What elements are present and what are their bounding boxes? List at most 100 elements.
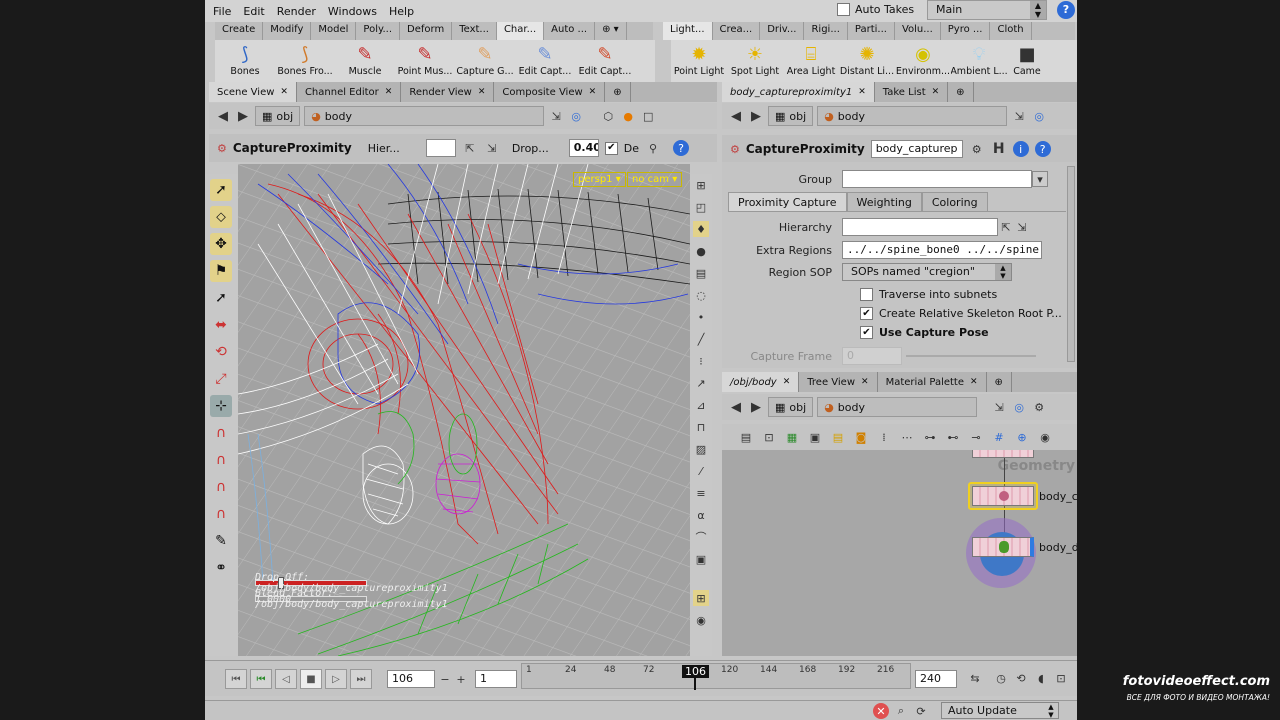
add-tab-icon[interactable]: ⊕ xyxy=(948,82,974,102)
hierarchy-field[interactable] xyxy=(425,139,456,157)
shading-icon[interactable]: ● xyxy=(620,108,636,124)
node-deform[interactable] xyxy=(972,537,1034,557)
relative-skeleton-row[interactable]: ✔ Create Relative Skeleton Root P... xyxy=(860,307,1062,320)
end-frame-field[interactable]: 240 xyxy=(915,670,957,688)
shelf-tab-cloth[interactable]: Cloth xyxy=(990,22,1032,40)
select-arrow-icon[interactable]: ➚ xyxy=(210,179,232,201)
palette-icon[interactable]: ◙ xyxy=(853,429,869,445)
keys-icon[interactable]: ⊡ xyxy=(1053,670,1069,686)
back-arrow-icon[interactable]: ◀ xyxy=(728,399,744,415)
capture-pose-row[interactable]: ✔ Use Capture Pose xyxy=(860,326,989,339)
vector-icon[interactable]: ⁄ xyxy=(693,463,709,479)
search-icon[interactable]: ⌕ xyxy=(893,703,909,719)
menu-help[interactable]: Help xyxy=(389,5,414,18)
shelf-tab-text[interactable]: Text... xyxy=(452,22,497,40)
menu-edit[interactable]: Edit xyxy=(243,5,264,18)
camera-menu[interactable]: no cam ▾ xyxy=(627,172,683,187)
close-icon[interactable]: ✕ xyxy=(861,377,869,387)
move-icon[interactable]: ⬌ xyxy=(210,314,232,336)
select-points-icon[interactable]: ⬦ xyxy=(210,206,232,228)
play-reverse-icon[interactable]: ◁ xyxy=(275,669,297,689)
error-icon[interactable]: ✕ xyxy=(873,703,889,719)
forward-arrow-icon[interactable]: ▶ xyxy=(748,108,764,124)
refresh-icon[interactable]: ⟳ xyxy=(913,703,929,719)
menu-file[interactable]: File xyxy=(213,5,231,18)
houdini-h-icon[interactable]: H xyxy=(991,141,1007,157)
close-icon[interactable]: ✕ xyxy=(385,87,393,97)
jump-end-icon[interactable]: ⏭ xyxy=(350,669,372,689)
drop-off-field[interactable]: 0.40 xyxy=(568,139,599,157)
label-icon[interactable]: ≡ xyxy=(693,485,709,501)
shelf-tab-particles[interactable]: Parti... xyxy=(847,22,895,40)
breadcrumb-obj[interactable]: ▦ obj xyxy=(255,106,301,126)
tool-ambient-light[interactable]: 💡︎ Ambient L... xyxy=(951,40,1007,82)
tab-tree-view[interactable]: Tree View ✕ xyxy=(799,372,878,392)
close-icon[interactable]: ✕ xyxy=(970,377,978,387)
uv-icon[interactable]: ⊿ xyxy=(693,397,709,413)
sticky-note-icon[interactable]: ▤ xyxy=(830,429,846,445)
shelf-tab-lights[interactable]: Light... xyxy=(663,22,713,40)
tool-edit-capture-2[interactable]: ✎ Edit Capt... xyxy=(575,40,635,82)
gear-icon[interactable]: ⚙ xyxy=(1031,399,1047,415)
capture-frame-slider[interactable] xyxy=(906,355,1036,357)
pose-icon[interactable]: ⊹ xyxy=(210,395,232,417)
auto-takes-toggle[interactable]: Auto Takes xyxy=(837,3,914,16)
relative-skeleton-checkbox[interactable]: ✔ xyxy=(860,307,873,320)
magnet-icon[interactable]: ∩ xyxy=(210,422,232,444)
persp-camera-menu[interactable]: persp1 ▾ xyxy=(573,172,626,187)
shelf-tab-poly[interactable]: Poly... xyxy=(356,22,401,40)
point-icon[interactable]: • xyxy=(693,309,709,325)
curve-icon[interactable]: ⌒ xyxy=(693,529,709,545)
shelf-tab-modify[interactable]: Modify xyxy=(263,22,312,40)
tool-point-muscle[interactable]: ✎ Point Mus... xyxy=(395,40,455,82)
shelf-tab-deform[interactable]: Deform xyxy=(400,22,453,40)
layout-horizontal-icon[interactable]: ⋯ xyxy=(899,429,915,445)
cube-view-icon[interactable]: ⬡ xyxy=(600,108,616,124)
auto-takes-checkbox[interactable] xyxy=(837,3,850,16)
drop-off-hud-row[interactable]: 0.4077 Drop Off: /obj/body/body_capturep… xyxy=(255,572,448,594)
hierarchy-field[interactable] xyxy=(842,218,998,236)
forward-arrow-icon[interactable]: ▶ xyxy=(235,108,251,124)
transform-icon[interactable]: ✥ xyxy=(210,233,232,255)
range-icon[interactable]: ⇆ xyxy=(967,670,983,686)
tab-weighting[interactable]: Weighting xyxy=(846,192,922,212)
add-tab-icon[interactable]: ⊕ xyxy=(987,372,1012,392)
view-arrow-icon[interactable]: ➚ xyxy=(210,287,232,309)
tree-3-icon[interactable]: ⊸ xyxy=(968,429,984,445)
edge-icon[interactable]: ⊓ xyxy=(693,419,709,435)
display-options-icon[interactable]: ⊞ xyxy=(693,177,709,193)
tool-environment-light[interactable]: ◉ Environm... xyxy=(895,40,951,82)
tree-icon[interactable]: ⊶ xyxy=(922,429,938,445)
desktop-select[interactable]: Main ▲ ▼ xyxy=(927,0,1047,20)
close-icon[interactable]: ✕ xyxy=(932,87,940,97)
tool-bones[interactable]: ⟆ Bones xyxy=(215,40,275,82)
background-icon[interactable]: □ xyxy=(640,108,656,124)
magnet-4-icon[interactable]: ∩ xyxy=(210,503,232,525)
shelf-tab-create[interactable]: Create xyxy=(215,22,264,40)
traverse-row[interactable]: Traverse into subnets xyxy=(860,288,997,301)
tile-icon[interactable]: ⊡ xyxy=(761,429,777,445)
help-icon[interactable]: ? xyxy=(1057,1,1075,19)
shelf-tab-create[interactable]: Crea... xyxy=(712,22,761,40)
wire-icon[interactable]: ╱ xyxy=(693,331,709,347)
eye-icon[interactable]: ◉ xyxy=(1037,429,1053,445)
grid-icon[interactable]: ▦ xyxy=(784,429,800,445)
param-scrollbar[interactable] xyxy=(1067,166,1075,362)
tab-body-captureproximity[interactable]: body_captureproximity1 ✕ xyxy=(722,82,875,102)
traverse-checkbox[interactable] xyxy=(860,288,873,301)
gear-icon[interactable]: ⚙ xyxy=(969,141,985,157)
network-box-icon[interactable]: ▣ xyxy=(807,429,823,445)
link-icon[interactable]: ◎ xyxy=(568,108,584,124)
close-icon[interactable]: ✕ xyxy=(858,87,866,97)
rotate-icon[interactable]: ⟲ xyxy=(210,341,232,363)
tool-bones-from[interactable]: ⟆ Bones Fro... xyxy=(275,40,335,82)
snap-icon[interactable]: ⚭ xyxy=(210,557,232,579)
shelf-tab-drive[interactable]: Driv... xyxy=(760,22,805,40)
tool-muscle[interactable]: ✎ Muscle xyxy=(335,40,395,82)
loop-icon[interactable]: ⟲ xyxy=(1013,670,1029,686)
pin-icon[interactable]: ⇲ xyxy=(991,399,1007,415)
tab-proximity-capture[interactable]: Proximity Capture xyxy=(728,192,847,212)
decrement-icon[interactable]: − xyxy=(437,671,453,687)
back-arrow-icon[interactable]: ◀ xyxy=(215,108,231,124)
sphere-icon[interactable]: ● xyxy=(693,243,709,259)
